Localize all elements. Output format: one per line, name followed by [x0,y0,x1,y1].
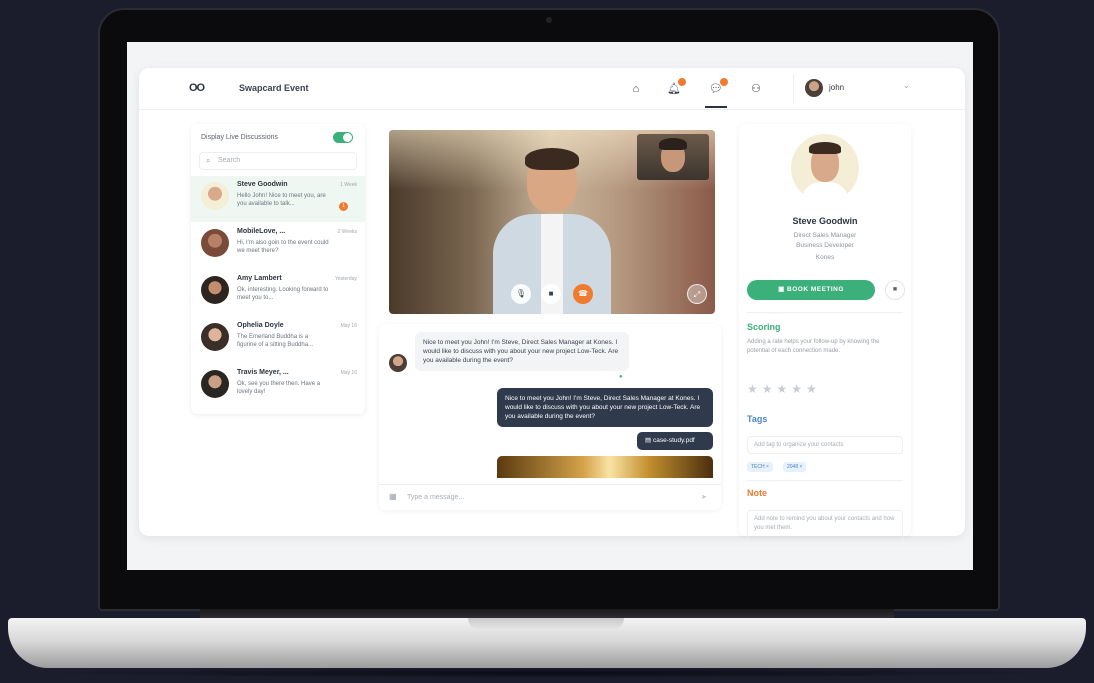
conversation-preview: Ok, see you there then. Have a lovely da… [237,381,321,395]
attachment-icon[interactable]: ▦ [389,492,397,501]
conversation-time: 2 Weeks [337,229,357,235]
laptop-mockup: OO Swapcard Event ⌂ 🔔︎ 💬︎ ⚇ john ⌄ Displ… [0,0,1094,683]
conversation-time: Yesterday [334,276,357,282]
participant-hair [525,148,579,170]
file-icon: ▤ [645,437,653,444]
user-menu[interactable]: john ⌄ [805,79,915,99]
avatar [389,354,407,372]
file-name: case-study.pdf [652,437,695,444]
profile-role: Business Developer [796,242,854,249]
incoming-message: Nice to meet you John! I'm Steve, Direct… [415,332,629,371]
conversation-preview: Ok, interesting. Looking forward to meet… [237,287,329,301]
discussions-panel: Display Live Discussions ⌕ Search Steve … [191,124,365,414]
bell-icon[interactable]: 🔔︎ [666,78,686,97]
contact-profile: Steve Goodwin Direct Sales Manager Busin… [739,124,911,542]
file-attachment[interactable]: ▤ case-study.pdf [637,432,713,450]
send-icon[interactable]: ➤ [701,493,707,501]
tags-input[interactable]: Add tag to organize your contacts [747,436,903,454]
conversation-preview: The Emerland Buddha is a figurine of a s… [237,334,314,348]
conversation-item[interactable]: MobileLove, ... 2 Weeks Hi, I'm also goi… [191,223,365,269]
event-title: Swapcard Event [239,83,309,93]
conversation-time: May 16 [340,370,357,376]
camera-dot [546,17,552,23]
app-logo[interactable]: OO [189,82,205,94]
home-icon[interactable]: ⌂ [628,81,644,97]
avatar [805,79,823,97]
avatar [201,323,229,351]
conversation-name: Travis Meyer, ... [237,369,289,376]
conversation-item[interactable]: Amy Lambert Yesterday Ok, interesting. L… [191,270,365,316]
self-view-hair [659,138,687,150]
conversation-item[interactable]: Steve Goodwin 1 Week Hello John! Nice to… [191,176,365,222]
search-input[interactable]: ⌕ Search [199,152,357,170]
avatar [201,276,229,304]
hangup-icon[interactable]: ☎︎ [573,284,593,304]
toggle-label: Display Live Discussions [201,134,279,141]
conversation-item[interactable]: Ophelia Doyle May 16 The Emerland Buddha… [191,317,365,363]
chevron-down-icon: ⌄ [903,81,910,90]
video-call-icon[interactable]: ■ [885,280,905,300]
laptop-shadow [40,668,1054,678]
screen: OO Swapcard Event ⌂ 🔔︎ 💬︎ ⚇ john ⌄ Displ… [127,42,973,570]
conversation-item[interactable]: Travis Meyer, ... May 16 Ok, see you the… [191,364,365,410]
app-window: OO Swapcard Event ⌂ 🔔︎ 💬︎ ⚇ john ⌄ Displ… [139,68,965,542]
divider [747,312,903,313]
avatar [791,134,859,202]
avatar [201,229,229,257]
profile-company: Kones [815,254,835,261]
divider [747,480,903,481]
active-nav-indicator [705,106,727,108]
tags-title: Tags [747,414,768,424]
tag-chip[interactable]: 2048 × [783,462,807,472]
note-input[interactable]: Add note to remind you about your contac… [747,510,903,542]
fullscreen-icon[interactable]: ⤢ [687,284,707,304]
profile-shirt [801,182,849,202]
chat-icon[interactable]: 💬︎ [708,78,728,97]
conversation-name: MobileLove, ... [237,228,286,235]
calendar-icon: ▣ [778,286,788,293]
avatar [201,182,229,210]
live-discussions-toggle[interactable] [333,132,353,143]
tag-chip[interactable]: TECH × [747,462,773,472]
profile-hair [809,142,841,154]
book-meeting-button[interactable]: ▣ BOOK MEETING [747,280,875,300]
conversation-name: Steve Goodwin [237,181,288,188]
scoring-title: Scoring [747,322,781,332]
people-icon[interactable]: ⚇ [748,81,764,97]
chat-panel: Nice to meet you John! I'm Steve, Direct… [379,324,721,510]
conversation-preview: Hi, I'm also goin to the event could we … [237,240,329,254]
mic-icon[interactable]: 🎙︎ [511,284,531,304]
star-rating[interactable]: ★★★★★ [747,382,821,396]
divider [793,74,794,104]
top-bar: OO Swapcard Event ⌂ 🔔︎ 💬︎ ⚇ john ⌄ [139,68,965,110]
conversation-time: May 16 [340,323,357,329]
conversation-time: 1 Week [340,182,357,188]
note-title: Note [747,488,767,498]
unread-badge: 1 [339,202,348,211]
read-receipt-icon: ● [619,374,623,380]
video-call[interactable]: 🎙︎ ■ ☎︎ ⤢ [389,130,715,314]
book-meeting-label: BOOK MEETING [787,286,844,293]
user-name: john [829,83,845,92]
search-icon: ⌕ [206,156,211,165]
self-view-thumbnail[interactable] [637,134,709,180]
profile-role: Direct Sales Manager [793,232,857,239]
profile-name: Steve Goodwin [792,216,858,226]
camera-icon[interactable]: ■ [541,284,561,304]
laptop-notch [468,618,624,630]
search-placeholder: Search [218,157,241,164]
scoring-description: Adding a rate helps your follow-up by kn… [747,339,880,354]
avatar [201,370,229,398]
notification-badge [678,78,686,86]
message-badge [720,78,728,86]
conversation-name: Amy Lambert [237,275,282,282]
image-attachment[interactable] [497,456,713,478]
message-composer[interactable]: ▦ Type a message... ➤ [379,484,721,510]
outgoing-message: Nice to meet you John! I'm Steve, Direct… [497,388,713,427]
message-input[interactable]: Type a message... [407,494,464,501]
conversation-preview: Hello John! Nice to meet you, are you av… [237,193,326,207]
conversation-name: Ophelia Doyle [237,322,284,329]
